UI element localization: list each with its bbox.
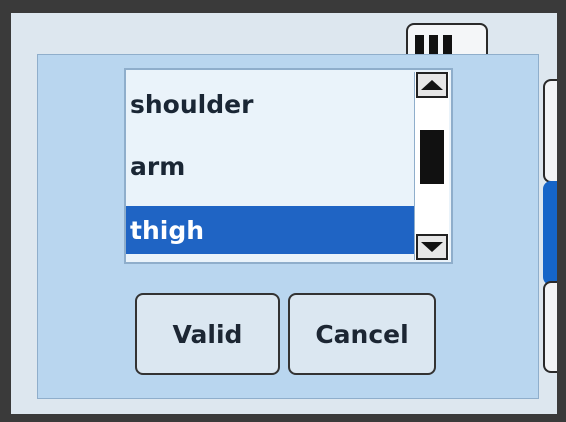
list-item-thigh[interactable]: thigh xyxy=(126,206,414,254)
side-tab-3[interactable] xyxy=(543,281,557,373)
device-screen: shoulder arm thigh Valid Cancel xyxy=(11,13,557,414)
cancel-button[interactable]: Cancel xyxy=(288,293,436,375)
scroll-up-button[interactable] xyxy=(416,72,448,98)
list-item-arm[interactable]: arm xyxy=(126,142,414,190)
list-item-shoulder[interactable]: shoulder xyxy=(126,80,414,128)
side-tab-2-active[interactable] xyxy=(543,181,557,285)
scroll-down-button[interactable] xyxy=(416,234,448,260)
battery-icon xyxy=(415,29,475,57)
arrow-down-icon xyxy=(421,242,443,252)
scrollbar[interactable] xyxy=(414,72,449,260)
valid-button[interactable]: Valid xyxy=(135,293,280,375)
listbox[interactable]: shoulder arm thigh xyxy=(124,68,453,264)
selection-dialog: shoulder arm thigh Valid Cancel xyxy=(37,54,539,399)
arrow-up-icon xyxy=(421,80,443,90)
scroll-thumb[interactable] xyxy=(420,130,444,184)
side-tab-1[interactable] xyxy=(543,79,557,183)
